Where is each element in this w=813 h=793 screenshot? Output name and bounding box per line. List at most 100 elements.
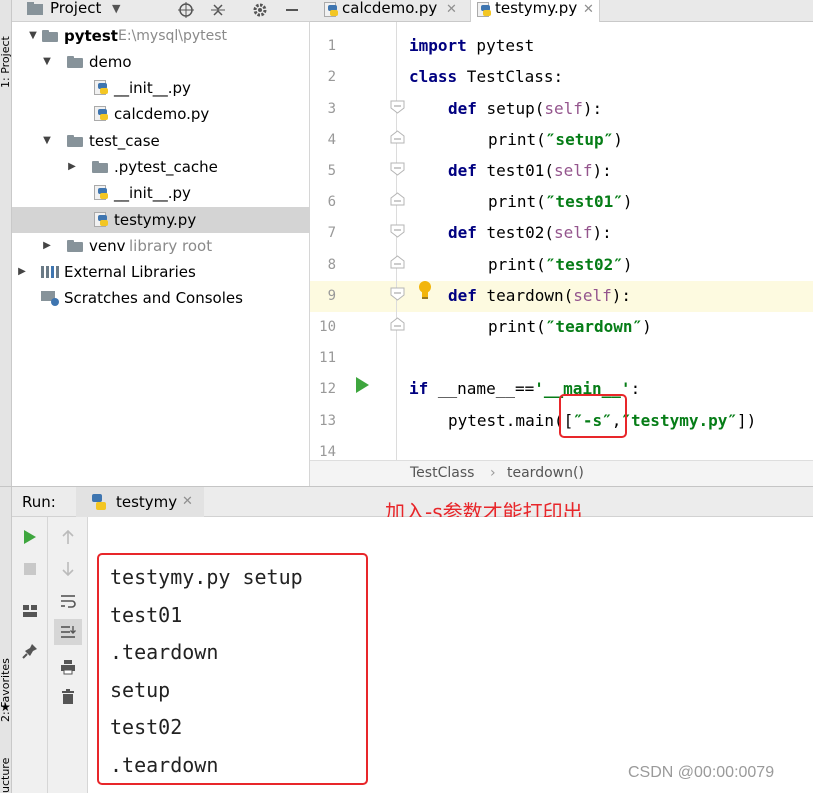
run-tab-testymy[interactable]: testymy ✕ [76,487,204,517]
tree-item-pytest[interactable]: ▼ pytest E:\mysql\pytest [12,23,310,49]
locate-icon[interactable] [177,2,195,18]
fold-marker-icon[interactable] [390,100,405,114]
line-number: 5 [327,163,336,179]
folder-icon [42,30,58,42]
run-console[interactable]: testymy.py setup test01 .teardown setup … [88,517,813,793]
tree-item-label: calcdemo.py [114,105,210,123]
collapse-icon[interactable] [209,2,227,18]
folder-icon [67,240,83,252]
gear-icon[interactable] [251,2,269,18]
tree-item-init-demo[interactable]: __init__.py [12,75,310,101]
tree-item-external-libraries[interactable]: ▶ External Libraries [12,259,310,285]
breadcrumb-item-method[interactable]: teardown() [507,461,584,485]
breadcrumb-item-class[interactable]: TestClass [410,461,474,485]
folder-icon [67,56,83,68]
editor-tab-bar: calcdemo.py ✕ testymy.py ✕ [310,0,813,22]
tree-item-label: __init__.py [114,184,191,202]
line-number: 7 [327,225,336,241]
project-title[interactable]: Project [50,0,101,17]
breadcrumb: TestClass › teardown() [310,460,813,486]
line-number: 13 [319,413,336,429]
close-icon[interactable]: ✕ [446,1,457,18]
tree-item-scratches[interactable]: Scratches and Consoles [12,285,310,311]
line-number: 4 [327,132,336,148]
line-number: 8 [327,257,336,273]
console-line: test01 [110,603,183,627]
breadcrumb-separator: › [490,465,496,481]
line-number: 1 [327,38,336,54]
tree-item-pytest-cache[interactable]: ▶ .pytest_cache [12,154,310,180]
code-editor[interactable]: 1 2 3 4 5 6 7 8 9 10 11 12 13 14 import … [310,22,813,460]
python-file-icon [94,106,108,122]
soft-wrap-icon[interactable] [56,589,80,613]
scroll-to-end-icon[interactable] [54,619,82,645]
fold-end-icon[interactable] [390,130,405,144]
code-line-9: def teardown(self): [448,286,632,305]
tree-item-testymy[interactable]: testymy.py [12,207,310,233]
tree-item-test-case[interactable]: ▼ test_case [12,128,310,154]
chevron-down-icon[interactable]: ▼ [28,23,38,49]
fold-end-icon[interactable] [390,317,405,331]
tree-item-calcdemo[interactable]: calcdemo.py [12,101,310,127]
fold-marker-icon[interactable] [390,224,405,238]
tree-item-init-test-case[interactable]: __init__.py [12,180,310,206]
tree-item-hint: library root [129,237,213,255]
close-icon[interactable]: ✕ [182,487,193,517]
tree-item-path: E:\mysql\pytest [118,28,228,44]
down-arrow-icon[interactable] [56,557,80,581]
tab-label: testymy.py [495,0,578,17]
fold-end-icon[interactable] [390,192,405,206]
chevron-down-icon[interactable]: ▼ [42,49,52,75]
folder-icon [67,135,83,147]
folder-icon [92,161,108,173]
project-panel-header: Project ▼ [12,0,310,22]
layout-icon[interactable] [18,599,42,623]
line-number: 11 [319,350,336,366]
fold-marker-icon[interactable] [390,287,405,301]
project-tool-label[interactable]: 1: Project [0,36,12,88]
up-arrow-icon[interactable] [56,525,80,549]
console-line: .teardown [110,640,219,664]
close-icon[interactable]: ✕ [583,1,594,18]
chevron-down-icon[interactable]: ▼ [42,128,52,154]
console-line: .teardown [110,753,219,777]
chevron-down-icon[interactable]: ▼ [112,2,120,15]
tree-item-demo[interactable]: ▼ demo [12,49,310,75]
trash-icon[interactable] [56,685,80,709]
project-tree: ▼ pytest E:\mysql\pytest ▼ demo __init__… [12,22,310,486]
python-file-icon [94,185,108,201]
console-line: setup [110,678,171,702]
watermark: CSDN @00:00:0079 [628,764,775,781]
tab-calcdemo[interactable]: calcdemo.py ✕ [320,0,460,22]
chevron-right-icon[interactable]: ▶ [42,233,52,259]
project-folder-icon [27,2,43,15]
fold-marker-icon[interactable] [390,162,405,176]
run-icon[interactable] [18,525,42,549]
run-gutter-icon[interactable] [355,377,369,393]
print-icon[interactable] [56,655,80,679]
python-file-icon [477,2,491,18]
code-line-3: def setup(self): [448,99,603,118]
chevron-right-icon[interactable]: ▶ [17,259,27,285]
tab-testymy[interactable]: testymy.py ✕ [470,0,600,22]
lightbulb-icon[interactable] [418,280,432,300]
tree-item-label: test_case [89,132,160,150]
fold-end-icon[interactable] [390,255,405,269]
line-number: 2 [327,69,336,85]
code-line-6: print(″test01″) [488,192,633,211]
tree-item-label: venv [89,237,126,255]
gutter-divider [396,22,397,460]
stop-icon[interactable] [18,557,42,581]
code-line-7: def test02(self): [448,223,612,242]
chevron-right-icon[interactable]: ▶ [67,154,77,180]
run-label: Run: [22,493,56,511]
libraries-icon [41,266,59,278]
python-file-icon [94,212,108,228]
line-number: 3 [327,101,336,117]
code-line-10: print(″teardown″) [488,317,652,336]
pin-icon[interactable] [18,639,42,663]
structure-tool-label[interactable]: ucture [0,758,12,793]
tree-item-venv[interactable]: ▶ venv library root [12,233,310,259]
run-tab-label: testymy [116,493,178,511]
minimize-icon[interactable] [283,2,301,18]
